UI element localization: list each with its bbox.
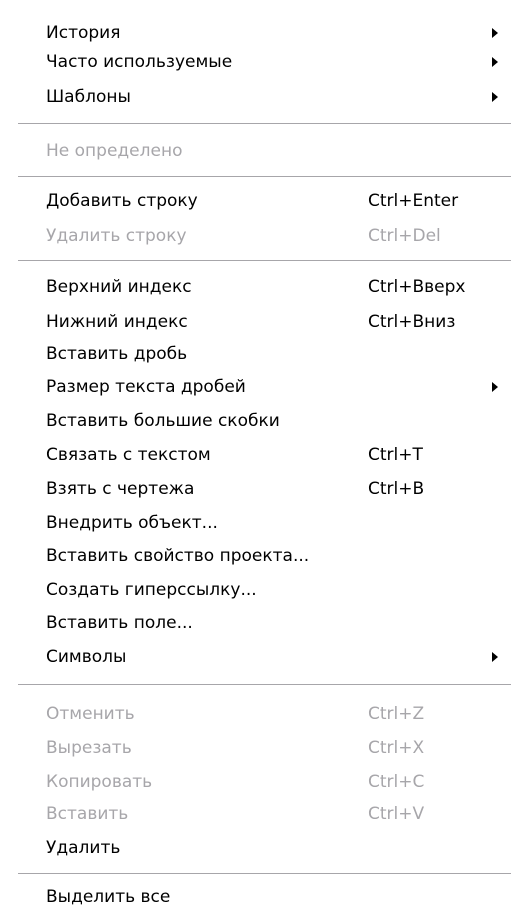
menu-item-insert-field[interactable]: Вставить поле... [0,606,511,640]
menu-item-delete-row: Удалить строку Ctrl+Del [0,219,511,253]
menu-item-shortcut: Ctrl+T [368,445,423,465]
menu-item-label: Вставить большие скобки [46,411,280,431]
menu-item-delete[interactable]: Удалить [0,831,511,865]
menu-item-label: Размер текста дробей [46,377,246,397]
menu-item-label: Верхний индекс [46,277,192,297]
menu-item-shortcut: Ctrl+C [368,772,425,792]
menu-item-shortcut: Ctrl+Enter [368,191,459,211]
menu-item-symbols[interactable]: Символы [0,640,511,674]
menu-separator [18,684,511,685]
menu-item-label: Вставить дробь [46,344,188,364]
menu-item-label: Отменить [46,704,135,724]
menu-item-add-row[interactable]: Добавить строку Ctrl+Enter [0,184,511,218]
menu-item-undefined: Не определено [0,134,511,168]
menu-item-paste: Вставить Ctrl+V [0,797,511,831]
menu-item-templates[interactable]: Шаблоны [0,80,511,114]
menu-item-label: Вырезать [46,738,132,758]
menu-item-cut: Вырезать Ctrl+X [0,731,511,765]
menu-item-shortcut: Ctrl+Вверх [368,277,466,297]
menu-item-shortcut: Ctrl+V [368,804,425,824]
menu-item-shortcut: Ctrl+B [368,479,425,499]
menu-item-insert-fraction[interactable]: Вставить дробь [0,337,511,371]
menu-separator [18,176,511,177]
menu-item-shortcut: Ctrl+Z [368,704,425,724]
submenu-arrow-icon [492,652,498,662]
menu-separator [18,873,511,874]
menu-item-label: Связать с текстом [46,445,211,465]
menu-item-label: Шаблоны [46,87,131,107]
menu-item-label: Часто используемые [46,52,233,72]
submenu-arrow-icon [492,382,498,392]
menu-item-label: Взять с чертежа [46,479,195,499]
menu-item-label: Вставить поле... [46,613,193,633]
menu-item-label: Удалить строку [46,226,187,246]
menu-item-take-from-drawing[interactable]: Взять с чертежа Ctrl+B [0,472,511,506]
menu-item-shortcut: Ctrl+Del [368,226,441,246]
menu-item-undo: Отменить Ctrl+Z [0,697,511,731]
menu-item-label: Вставить [46,804,129,824]
context-menu: История Часто используемые Шаблоны Не оп… [0,0,511,911]
menu-item-label: Создать гиперссылку... [46,580,257,600]
menu-item-insert-project-property[interactable]: Вставить свойство проекта... [0,539,511,573]
menu-item-label: Не определено [46,141,183,161]
submenu-arrow-icon [492,92,498,102]
menu-item-select-all[interactable]: Выделить все [0,880,511,914]
menu-item-subscript[interactable]: Нижний индекс Ctrl+Вниз [0,305,511,339]
menu-item-label: Символы [46,647,127,667]
menu-item-label: Копировать [46,772,153,792]
menu-separator [18,123,511,124]
menu-item-label: Выделить все [46,887,171,907]
submenu-arrow-icon [492,28,498,38]
menu-item-insert-big-brackets[interactable]: Вставить большие скобки [0,404,511,438]
menu-separator [18,260,511,261]
menu-item-superscript[interactable]: Верхний индекс Ctrl+Вверх [0,270,511,304]
menu-item-label: Удалить [46,838,121,858]
menu-item-shortcut: Ctrl+Вниз [368,312,456,332]
menu-item-create-hyperlink[interactable]: Создать гиперссылку... [0,573,511,607]
menu-item-shortcut: Ctrl+X [368,738,425,758]
menu-item-frequent[interactable]: Часто используемые [0,45,511,79]
menu-item-copy: Копировать Ctrl+C [0,765,511,799]
menu-item-embed-object[interactable]: Внедрить объект... [0,506,511,540]
menu-item-fraction-text-size[interactable]: Размер текста дробей [0,370,511,404]
menu-item-label: Внедрить объект... [46,513,218,533]
menu-item-label: Вставить свойство проекта... [46,546,310,566]
menu-item-link-with-text[interactable]: Связать с текстом Ctrl+T [0,438,511,472]
menu-item-label: Нижний индекс [46,312,188,332]
menu-item-label: Добавить строку [46,191,198,211]
submenu-arrow-icon [492,57,498,67]
